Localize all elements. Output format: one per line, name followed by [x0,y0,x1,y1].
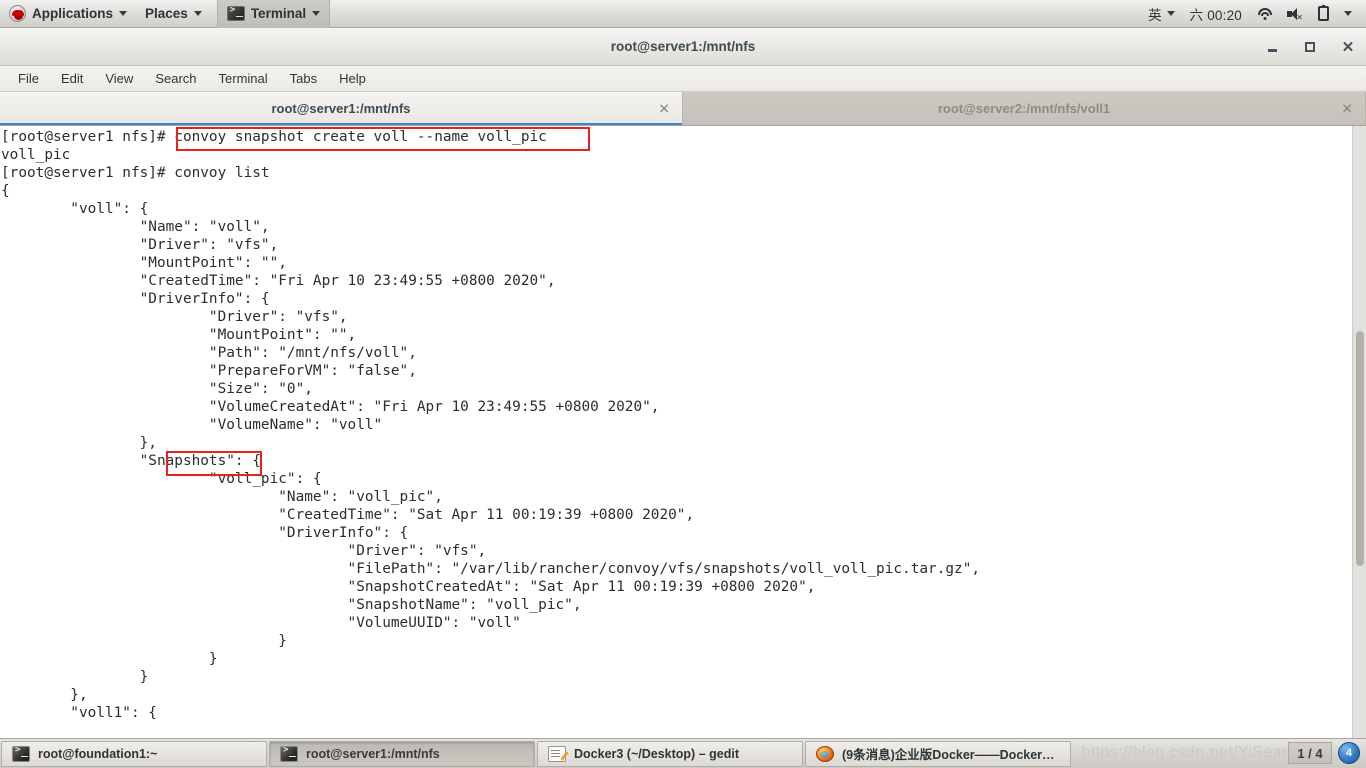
gedit-icon [548,745,566,762]
watermark: https://blog.csdn.net/YiSean94 [1081,744,1310,761]
terminal-icon [226,5,245,21]
terminal-icon [280,745,298,762]
taskbar-item-server1[interactable]: root@server1:/mnt/nfs [269,740,535,767]
taskbar-item-label: root@foundation1:~ [38,746,158,761]
taskbar-item-foundation1[interactable]: root@foundation1:~ [1,740,267,767]
taskbar-item-label: root@server1:/mnt/nfs [306,746,440,761]
workspace-label: 1 / 4 [1297,745,1323,761]
notification-count: 4 [1345,747,1353,759]
menubar: File Edit View Search Terminal Tabs Help [0,66,1366,92]
window-controls: ✕ [1264,28,1356,66]
terminal-output-area[interactable]: [root@server1 nfs]# convoy snapshot crea… [0,126,1366,738]
taskbar-item-label: (9条消息)企业版Docker——Docker… [842,748,1055,762]
input-method-indicator[interactable]: 英 [1142,0,1181,28]
menu-view[interactable]: View [95,68,143,89]
firefox-icon [816,745,834,762]
window-title: root@server1:/mnt/nfs [610,39,756,54]
volume-indicator[interactable]: ✕ [1281,0,1309,28]
menu-tabs[interactable]: Tabs [280,68,327,89]
notification-badge[interactable]: 4 [1338,742,1360,764]
speaker-muted-icon: ✕ [1287,7,1303,21]
terminal-icon [12,745,30,762]
maximize-button[interactable] [1302,39,1318,55]
taskbar: root@foundation1:~ root@server1:/mnt/nfs… [0,738,1366,768]
panel-window-label: Terminal [250,6,307,21]
minimize-button[interactable] [1264,39,1280,55]
tab-label: root@server2:/mnt/nfs/voll1 [937,101,1111,116]
menu-help[interactable]: Help [329,68,376,89]
taskbar-item-gedit[interactable]: Docker3 (~/Desktop) – gedit [537,740,803,767]
menu-terminal[interactable]: Terminal [209,68,278,89]
tab-server1[interactable]: root@server1:/mnt/nfs ✕ [0,92,683,125]
places-menu-label: Places [145,6,188,21]
taskbar-item-label: Docker3 (~/Desktop) – gedit [574,746,739,761]
menu-search[interactable]: Search [145,68,206,89]
redhat-logo-icon [9,5,26,22]
system-menu[interactable] [1338,0,1358,28]
terminal-text: [root@server1 nfs]# convoy snapshot crea… [1,129,981,721]
clock[interactable]: 六 00:20 [1184,0,1248,28]
close-button[interactable]: ✕ [1340,39,1356,55]
close-icon[interactable]: ✕ [658,100,670,117]
taskbar-item-firefox[interactable]: (9条消息)企业版Docker——Docker… [805,740,1071,767]
window-titlebar[interactable]: root@server1:/mnt/nfs ✕ [0,28,1366,66]
menu-edit[interactable]: Edit [51,68,93,89]
battery-icon [1318,5,1329,21]
input-method-label: 英 [1148,7,1162,23]
chevron-down-icon [1344,11,1352,16]
top-panel: Applications Places Terminal 英 六 00:20 ✕ [0,0,1366,28]
workspace-switcher[interactable]: 1 / 4 [1288,742,1332,764]
terminal-scrollbar[interactable] [1352,126,1366,738]
chevron-down-icon [119,11,128,16]
applications-menu[interactable]: Applications [0,0,136,28]
chevron-down-icon [193,11,202,16]
terminal-window: root@server1:/mnt/nfs ✕ File Edit View S… [0,28,1366,738]
panel-tray: 英 六 00:20 ✕ [1142,0,1366,28]
scrollbar-thumb[interactable] [1356,331,1364,566]
tab-server2[interactable]: root@server2:/mnt/nfs/voll1 ✕ [683,92,1366,125]
menu-file[interactable]: File [8,68,49,89]
wifi-icon [1257,7,1272,20]
battery-indicator[interactable] [1312,0,1335,28]
applications-menu-label: Applications [32,6,114,21]
network-indicator[interactable] [1251,0,1278,28]
places-menu[interactable]: Places [136,0,211,28]
tab-label: root@server1:/mnt/nfs [271,101,411,116]
chevron-down-icon [312,11,321,16]
chevron-down-icon [1166,11,1175,16]
panel-window-terminal[interactable]: Terminal [216,0,331,28]
tab-bar: root@server1:/mnt/nfs ✕ root@server2:/mn… [0,92,1366,126]
close-icon[interactable]: ✕ [1341,100,1353,117]
clock-label: 六 00:20 [1189,7,1242,23]
